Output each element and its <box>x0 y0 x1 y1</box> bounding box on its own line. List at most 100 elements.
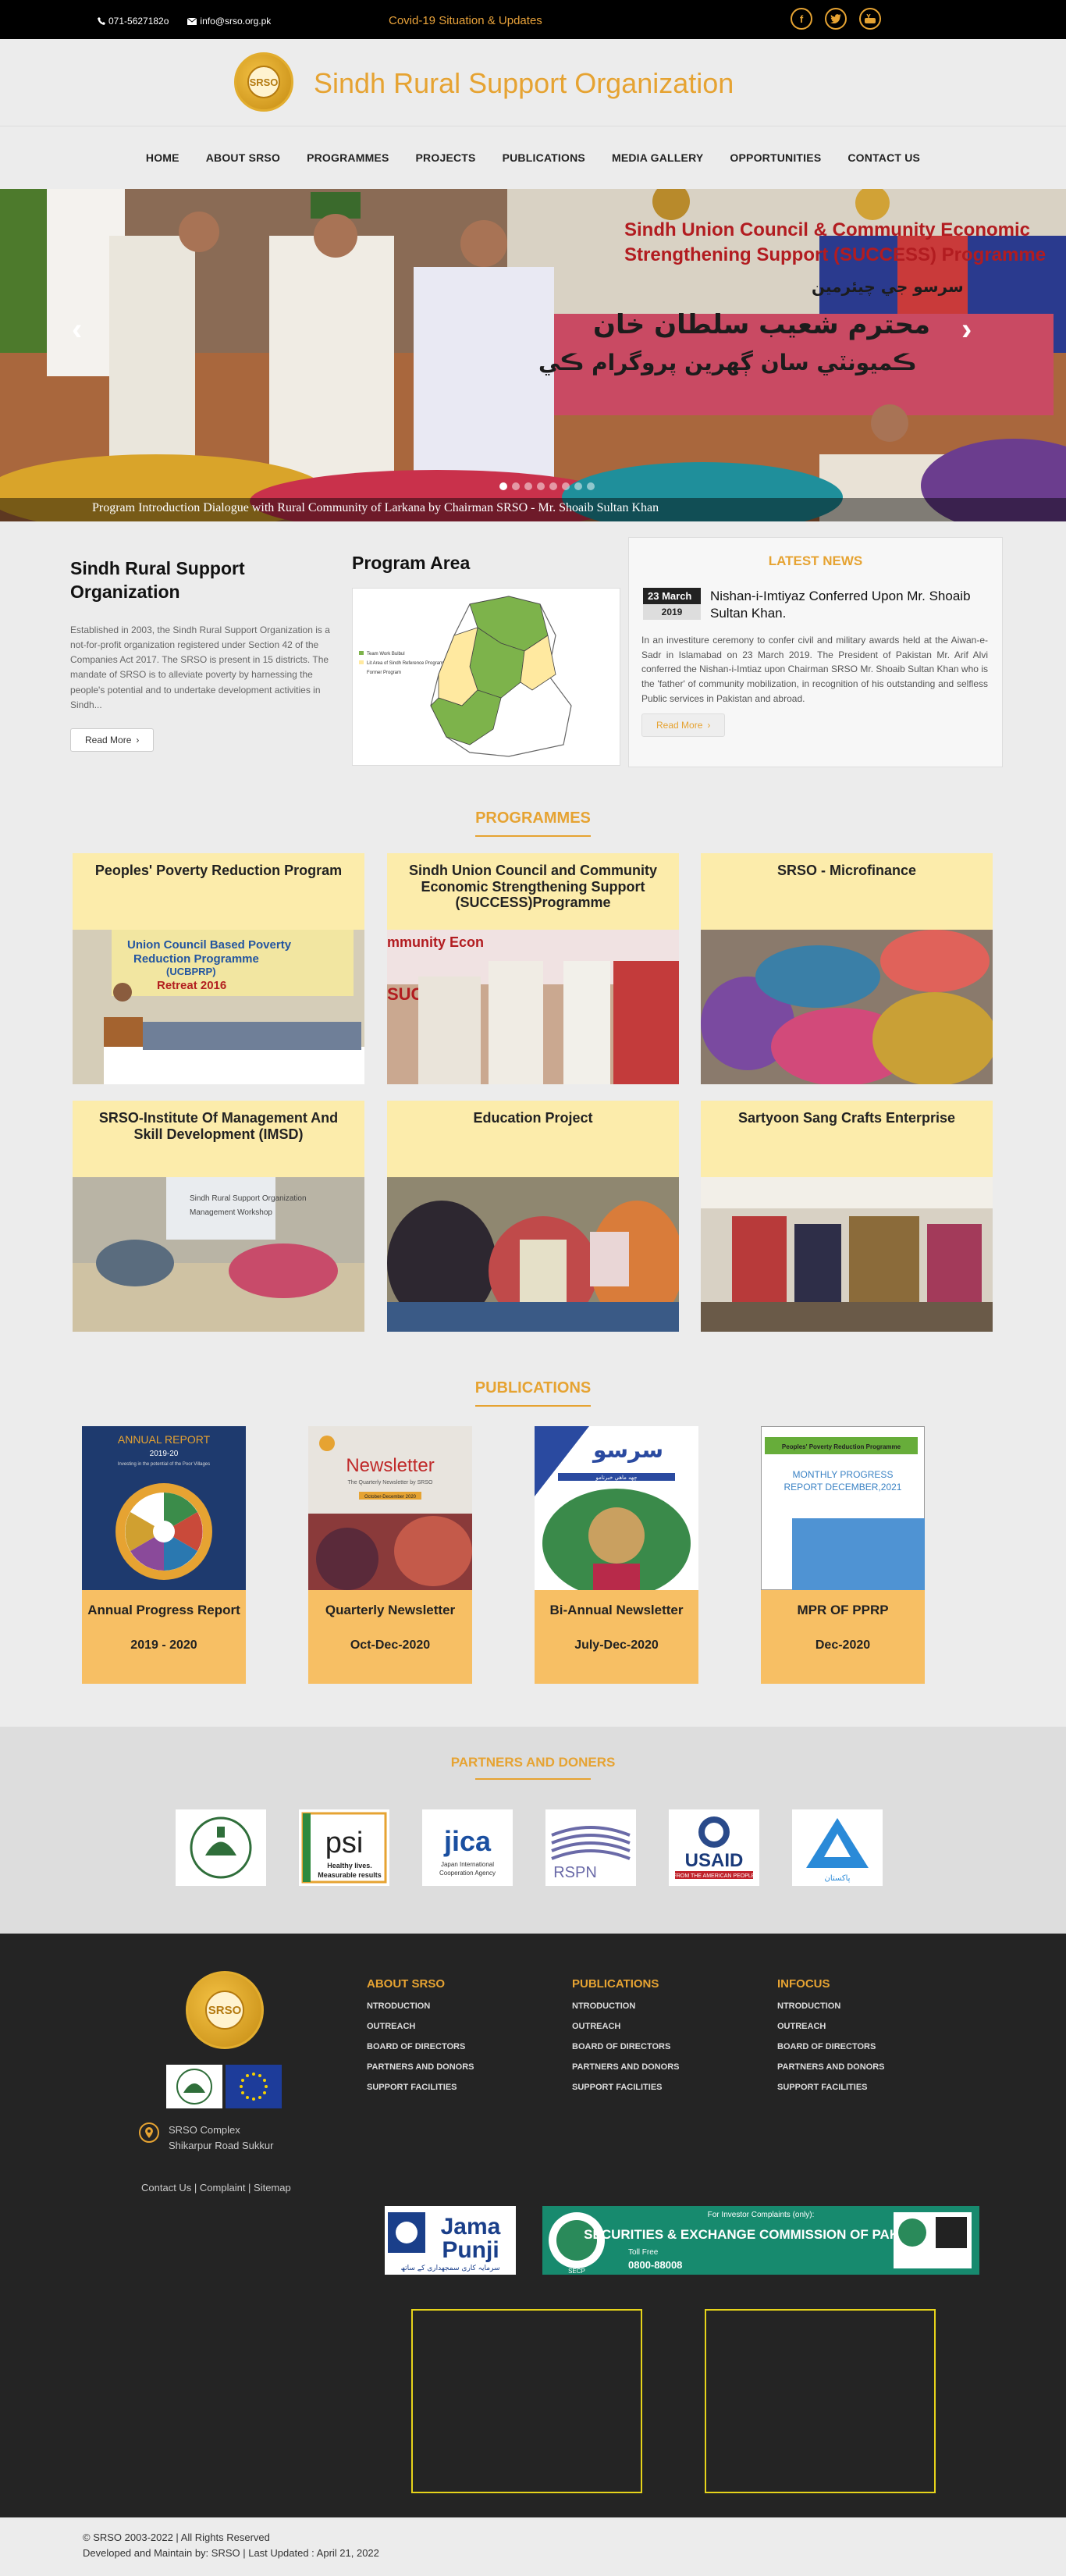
slider-dot[interactable] <box>524 482 532 490</box>
publication-period: Oct-Dec-2020 <box>350 1638 431 1652</box>
publication-cover[interactable]: سرسو ڇهه ماهي خبرنامو <box>535 1426 698 1590</box>
partner-logo-usaid[interactable]: USAID FROM THE AMERICAN PEOPLE <box>669 1809 759 1886</box>
programme-card[interactable]: Sartyoon Sang Crafts Enterprise <box>701 1101 993 1341</box>
publication-cover[interactable]: Peoples' Poverty Reduction Programme MON… <box>761 1426 925 1590</box>
srso-logo[interactable]: SRSO <box>234 52 293 112</box>
publication-title[interactable]: Quarterly Newsletter <box>308 1603 472 1618</box>
footer-link[interactable]: OUTREACH <box>572 2022 680 2031</box>
slider-dot[interactable] <box>587 482 595 490</box>
programme-image[interactable]: Sindh Rural Support Organization Managem… <box>73 1177 364 1332</box>
covid-updates-link[interactable]: Covid-19 Situation & Updates <box>389 14 542 27</box>
nav-item-publications[interactable]: PUBLICATIONS <box>503 151 585 164</box>
programme-title[interactable]: Education Project <box>387 1101 679 1177</box>
footer-link[interactable]: PARTNERS AND DONORS <box>367 2062 474 2072</box>
nav-item-about[interactable]: ABOUT SRSO <box>206 151 280 164</box>
programme-title[interactable]: SRSO - Microfinance <box>701 853 993 930</box>
email-item[interactable]: info@srso.org.pk <box>187 16 271 27</box>
footer-logo[interactable]: SRSO <box>186 1971 264 2049</box>
publication-title[interactable]: Annual Progress Report <box>82 1603 246 1618</box>
nav-item-programmes[interactable]: PROGRAMMES <box>307 151 389 164</box>
cover-sub: ڇهه ماهي خبرنامو <box>595 1475 638 1481</box>
nav-item-projects[interactable]: PROJECTS <box>416 151 476 164</box>
programme-image[interactable] <box>387 1177 679 1332</box>
publications-heading: PUBLICATIONS <box>0 1379 1066 1407</box>
footer-link[interactable]: BOARD OF DIRECTORS <box>572 2042 680 2051</box>
slider-dot[interactable] <box>549 482 557 490</box>
publication-card[interactable]: Newsletter The Quarterly Newsletter by S… <box>308 1426 472 1684</box>
programme-title[interactable]: Peoples' Poverty Reduction Program <box>73 853 364 930</box>
programme-image[interactable] <box>701 930 993 1084</box>
program-area-map[interactable]: Team Work Bulbul Lit Area of Sindh Refer… <box>352 588 620 766</box>
footer-link[interactable]: NTRODUCTION <box>777 2001 885 2011</box>
about-read-more-button[interactable]: Read More › <box>70 728 155 752</box>
footer-link[interactable]: OUTREACH <box>777 2022 885 2031</box>
nav-item-opportunities[interactable]: OPPORTUNITIES <box>730 151 821 164</box>
footer-link[interactable]: SUPPORT FACILITIES <box>367 2083 474 2092</box>
programme-card[interactable]: Peoples' Poverty Reduction Program Union… <box>73 853 364 1094</box>
jama-punji-banner[interactable]: Jama Punji سرمایہ کاری سمجھداری کے ساتھ <box>385 2206 516 2275</box>
slider-dot[interactable] <box>537 482 545 490</box>
hero-caption: Program Introduction Dialogue with Rural… <box>0 498 1066 521</box>
psi-wordmark: psi <box>325 1827 364 1859</box>
facebook-icon[interactable]: f <box>791 8 812 30</box>
partner-logo-rspn[interactable]: RSPN <box>545 1809 636 1886</box>
hero-banner-urdu3: ڪميونٽي سان ڳهرين پروگرام ڪي <box>538 350 916 376</box>
programme-card[interactable]: SRSO-Institute Of Management And Skill D… <box>73 1101 364 1341</box>
slider-dot[interactable] <box>499 482 507 490</box>
embed-frame-left[interactable] <box>411 2309 642 2493</box>
twitter-icon[interactable] <box>825 8 847 30</box>
secp-banner[interactable]: SECP For Investor Complaints (only): SEC… <box>542 2206 979 2275</box>
hero-banner-line2: Strengthening Support (SUCCESS) Programm… <box>624 244 1046 265</box>
partner-logo-ppaf[interactable]: پاکستان <box>792 1809 883 1886</box>
publication-card[interactable]: سرسو ڇهه ماهي خبرنامو Bi-Annual Newslett… <box>535 1426 698 1684</box>
partner-logo-psi[interactable]: psi Healthy lives. Measurable results <box>299 1809 389 1886</box>
footer-link[interactable]: NTRODUCTION <box>367 2001 474 2011</box>
news-title[interactable]: Nishan-i-Imtiyaz Conferred Upon Mr. Shoa… <box>710 588 983 622</box>
phone-item[interactable]: 071-5627182o <box>98 16 169 27</box>
partner-logo-jica[interactable]: jica Japan International Cooperation Age… <box>422 1809 513 1886</box>
publication-title[interactable]: MPR OF PPRP <box>761 1603 925 1618</box>
slider-dot[interactable] <box>512 482 520 490</box>
publication-title[interactable]: Bi-Annual Newsletter <box>535 1603 698 1618</box>
programme-title[interactable]: Sartyoon Sang Crafts Enterprise <box>701 1101 993 1177</box>
partner-logo-sindh-govt[interactable] <box>176 1809 266 1886</box>
footer-link[interactable]: PARTNERS AND DONORS <box>777 2062 885 2072</box>
address-line-2: Shikarpur Road Sukkur <box>169 2139 274 2151</box>
news-read-more-button[interactable]: Read More › <box>641 713 726 738</box>
hero-slider[interactable]: Sindh Union Council & Community Economic… <box>0 189 1066 521</box>
programme-card[interactable]: Sindh Union Council and Community Econom… <box>387 853 679 1094</box>
programme-image[interactable]: mmunity Econ SUCCES <box>387 930 679 1084</box>
footer-link[interactable]: SUPPORT FACILITIES <box>572 2083 680 2092</box>
footer-links[interactable]: Contact Us | Complaint | Sitemap <box>141 2182 291 2194</box>
slider-dot[interactable] <box>562 482 570 490</box>
nav-item-media-gallery[interactable]: MEDIA GALLERY <box>612 151 703 164</box>
site-title[interactable]: Sindh Rural Support Organization <box>314 67 734 100</box>
nav-item-contact[interactable]: CONTACT US <box>847 151 920 164</box>
programme-image[interactable] <box>701 1177 993 1332</box>
slider-dot[interactable] <box>574 482 582 490</box>
programme-image[interactable]: Union Council Based Poverty Reduction Pr… <box>73 930 364 1084</box>
footer-link[interactable]: PARTNERS AND DONORS <box>572 2062 680 2072</box>
programme-card[interactable]: SRSO - Microfinance <box>701 853 993 1094</box>
embed-frame-right[interactable] <box>705 2309 936 2493</box>
publication-card[interactable]: Peoples' Poverty Reduction Programme MON… <box>761 1426 925 1684</box>
slider-prev-arrow[interactable]: ‹ <box>72 312 82 347</box>
footer-link[interactable]: OUTREACH <box>367 2022 474 2031</box>
programme-card[interactable]: Education Project <box>387 1101 679 1341</box>
news-item[interactable]: 23 March 2019 Nishan-i-Imtiyaz Conferred… <box>643 588 1002 622</box>
publication-cover[interactable]: ANNUAL REPORT 2019-20 Investing in the p… <box>82 1426 246 1590</box>
slider-next-arrow[interactable]: › <box>961 312 972 347</box>
footer-link[interactable]: SUPPORT FACILITIES <box>777 2083 885 2092</box>
footer-link[interactable]: NTRODUCTION <box>572 2001 680 2011</box>
publication-cover[interactable]: Newsletter The Quarterly Newsletter by S… <box>308 1426 472 1590</box>
programme-title[interactable]: SRSO-Institute Of Management And Skill D… <box>73 1101 364 1177</box>
footer-column-title: PUBLICATIONS <box>572 1977 659 1991</box>
nav-item-home[interactable]: HOME <box>146 151 179 164</box>
footer-link[interactable]: BOARD OF DIRECTORS <box>367 2042 474 2051</box>
footer-link[interactable]: BOARD OF DIRECTORS <box>777 2042 885 2051</box>
chevron-right-icon: › <box>136 734 140 745</box>
phone-icon <box>98 17 105 25</box>
youtube-icon[interactable] <box>859 8 881 30</box>
publication-card[interactable]: ANNUAL REPORT 2019-20 Investing in the p… <box>82 1426 246 1684</box>
programme-title[interactable]: Sindh Union Council and Community Econom… <box>387 853 679 930</box>
